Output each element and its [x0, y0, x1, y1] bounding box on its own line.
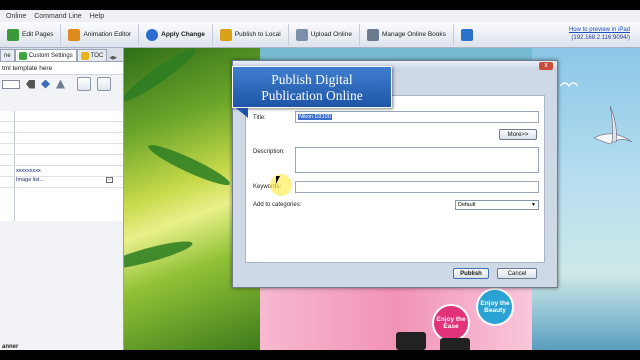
grid-row-line [0, 187, 123, 188]
camera-image [440, 338, 470, 350]
description-label: Description: [253, 149, 285, 155]
description-input[interactable] [295, 147, 539, 173]
keywords-input[interactable] [295, 181, 539, 193]
title-input[interactable]: Nikon D3100 [295, 111, 539, 123]
apply-change-button[interactable]: Apply Change [139, 23, 213, 46]
publish-to-local-label: Publish to Local [234, 31, 281, 38]
seagull-small-image [560, 82, 578, 88]
callout-pointer [236, 108, 248, 118]
preview-address: (192.168.2.116:9094/) [571, 35, 630, 41]
tab-toc-label: TOC [90, 52, 104, 59]
settings-grid: xxxxxxxxx Image list... − [0, 111, 123, 221]
ipad-icon [460, 28, 473, 41]
title-label: Title: [253, 115, 266, 121]
apply-change-label: Apply Change [161, 31, 205, 38]
categories-label: Add to categories: [253, 202, 302, 208]
tab-scroll-arrows-icon[interactable]: ◀▶ [109, 55, 117, 61]
grid-row-line [0, 154, 123, 155]
tab-custom-settings-label: Custom Settings [28, 52, 73, 59]
tab-theme-label: ne [4, 52, 11, 59]
upload-online-button[interactable]: Upload Online [289, 23, 360, 46]
upload-online-label: Upload Online [310, 31, 352, 38]
manage-online-books-label: Manage Online Books [381, 31, 446, 38]
grid-dropdown-button[interactable]: − [106, 177, 113, 183]
animation-icon [68, 28, 81, 41]
manage-online-books-button[interactable]: Manage Online Books [360, 23, 454, 46]
expand-icon[interactable] [41, 79, 50, 89]
letterbox-top [0, 0, 640, 10]
cancel-button[interactable]: Cancel [497, 268, 537, 279]
title-value: Nikon D3100 [298, 114, 332, 120]
move-up-icon[interactable] [56, 79, 65, 89]
grid-row-line [0, 143, 123, 144]
enjoy-beauty-bubble: Enjoy the Beauty [476, 288, 514, 326]
main-toolbar: Edit Pages Animation Editor Apply Change… [0, 22, 640, 48]
tab-theme[interactable]: ne [0, 49, 15, 61]
load-settings-button[interactable] [97, 77, 111, 91]
apply-icon [146, 28, 159, 41]
tab-toc[interactable]: TOC [76, 49, 108, 61]
publish-button[interactable]: Publish [453, 268, 489, 279]
mouse-pointer-icon [276, 176, 280, 184]
search-input[interactable] [2, 79, 20, 89]
cursor-highlight [270, 174, 292, 196]
tab-custom-settings[interactable]: Custom Settings [14, 49, 77, 61]
grid-row-line [0, 121, 123, 122]
edit-pages-label: Edit Pages [22, 31, 54, 38]
chevron-down-icon: ▼ [531, 202, 536, 208]
screen: Online Command Line Help Edit Pages Anim… [0, 0, 640, 360]
animation-editor-label: Animation Editor [83, 31, 132, 38]
menu-online[interactable]: Online [6, 13, 26, 20]
grid-column-line [14, 111, 15, 221]
callout-line-1: Publish Digital [271, 72, 353, 87]
camera-image [396, 332, 426, 350]
grid-row-line [0, 165, 123, 166]
grid-row-line [0, 132, 123, 133]
grid-image-list[interactable]: Image list... [16, 177, 44, 183]
upload-icon [295, 28, 308, 41]
seagull-image [593, 105, 633, 145]
tutorial-callout: Publish Digital Publication Online [232, 66, 392, 108]
template-label: tml template here [2, 64, 53, 72]
publish-icon [219, 28, 232, 41]
clear-icon[interactable] [26, 79, 35, 89]
menu-bar: Online Command Line Help [0, 10, 640, 22]
panel-tabs: ne Custom Settings TOC ◀▶ [0, 48, 123, 62]
save-settings-button[interactable] [77, 77, 91, 91]
grid-value[interactable]: xxxxxxxxx [16, 168, 41, 174]
settings-tab-icon [18, 51, 27, 60]
manage-icon [366, 28, 379, 41]
category-selected: Default [458, 202, 476, 208]
publish-to-local-button[interactable]: Publish to Local [213, 23, 289, 46]
preview-ipad-link[interactable]: How to preview in iPad [569, 26, 630, 34]
animation-editor-button[interactable]: Animation Editor [61, 23, 140, 46]
settings-panel: ne Custom Settings TOC ◀▶ tml template h… [0, 48, 124, 350]
menu-help[interactable]: Help [90, 13, 104, 20]
dialog-close-button[interactable]: x [539, 62, 553, 70]
category-select[interactable]: Default ▼ [455, 200, 539, 210]
preview-help: How to preview in iPad (192.168.2.116:90… [569, 26, 630, 42]
enjoy-ease-bubble: Enjoy the Ease [432, 304, 470, 342]
more-button[interactable]: More>> [499, 129, 537, 140]
template-row[interactable]: tml template here [0, 62, 123, 75]
callout-line-2: Publication Online [261, 88, 363, 103]
panel-tool-row [0, 75, 123, 93]
edit-pages-button[interactable]: Edit Pages [0, 23, 62, 46]
toc-tab-icon [80, 51, 89, 60]
edit-pages-icon [7, 28, 19, 41]
menu-command-line[interactable]: Command Line [34, 13, 81, 20]
letterbox-bottom [0, 350, 640, 360]
ipad-button[interactable] [454, 24, 480, 46]
